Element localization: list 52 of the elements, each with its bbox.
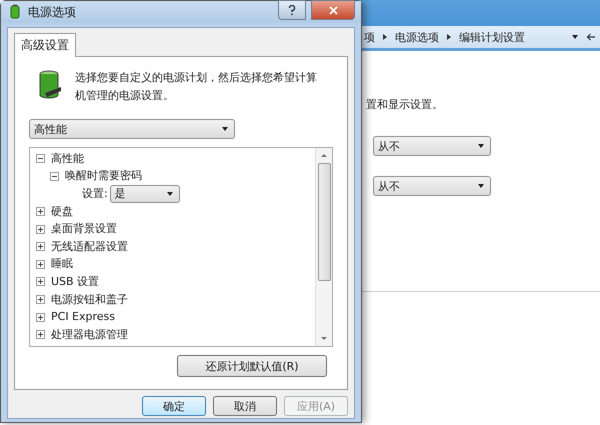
tab[interactable]: 高级设置: [14, 33, 76, 57]
window-title: 电源选项: [28, 4, 76, 20]
caret-icon[interactable]: [572, 35, 578, 39]
collapse-icon[interactable]: [36, 154, 45, 164]
dialog-button[interactable]: 确定: [142, 396, 206, 416]
breadcrumb-item[interactable]: 电源选项: [395, 30, 439, 44]
tree-item[interactable]: USB 设置: [51, 274, 100, 289]
description-text: 选择您要自定义的电源计划，然后选择您希望计算机管理的电源设置。: [75, 70, 318, 104]
tree-item[interactable]: 睡眠: [51, 257, 73, 272]
tree-item[interactable]: 唤醒时需要密码: [65, 169, 142, 184]
dialog-button[interactable]: 取消: [213, 396, 277, 416]
expand-icon[interactable]: [36, 330, 45, 340]
caret-icon: [222, 127, 228, 131]
description-text: 置和显示设置。: [366, 97, 443, 112]
caret-icon: [478, 144, 484, 148]
tree-item[interactable]: 电源按钮和盖子: [51, 292, 128, 307]
close-icon: [328, 6, 338, 14]
breadcrumb-item[interactable]: 编辑计划设置: [459, 30, 525, 44]
arrow-icon[interactable]: [586, 33, 596, 41]
close-button[interactable]: [311, 0, 355, 20]
tree-item[interactable]: 高性能: [51, 152, 84, 166]
scrollbar-thumb[interactable]: [318, 163, 330, 281]
restore-defaults-button[interactable]: 还原计划默认值(R): [177, 355, 327, 377]
tree-item[interactable]: 无线适配器设置: [51, 240, 128, 254]
plan-dropdown[interactable]: 高性能: [29, 119, 235, 139]
scroll-down-icon[interactable]: [321, 337, 327, 340]
expand-icon[interactable]: [36, 242, 45, 252]
tree-item[interactable]: 硬盘: [51, 204, 73, 219]
collapse-icon[interactable]: [50, 172, 59, 181]
dropdown[interactable]: 从不: [373, 136, 491, 156]
expand-icon[interactable]: [36, 260, 45, 269]
caret-icon: [478, 184, 484, 188]
chevron-icon: [383, 34, 387, 40]
tree-item[interactable]: PCI Express: [51, 310, 116, 324]
dropdown[interactable]: 从不: [373, 176, 491, 196]
setting-dropdown[interactable]: 是: [110, 184, 180, 203]
battery-plug-icon: [37, 69, 63, 101]
chevron-icon: [447, 34, 451, 40]
expand-icon[interactable]: [36, 295, 45, 304]
breadcrumb-item[interactable]: 项: [364, 30, 375, 44]
caret-icon: [166, 192, 173, 196]
help-icon: [288, 4, 296, 16]
tree-item[interactable]: 桌面背景设置: [51, 222, 117, 236]
expand-icon[interactable]: [36, 207, 45, 216]
expand-icon[interactable]: [36, 277, 45, 286]
setting-label: 设置:: [82, 186, 108, 201]
help-button[interactable]: [278, 0, 306, 20]
expand-icon[interactable]: [36, 224, 45, 234]
expand-icon[interactable]: [36, 312, 45, 322]
scrollbar[interactable]: [315, 148, 332, 346]
scroll-up-icon[interactable]: [321, 154, 327, 157]
tree-item[interactable]: 处理器电源管理: [51, 328, 128, 342]
